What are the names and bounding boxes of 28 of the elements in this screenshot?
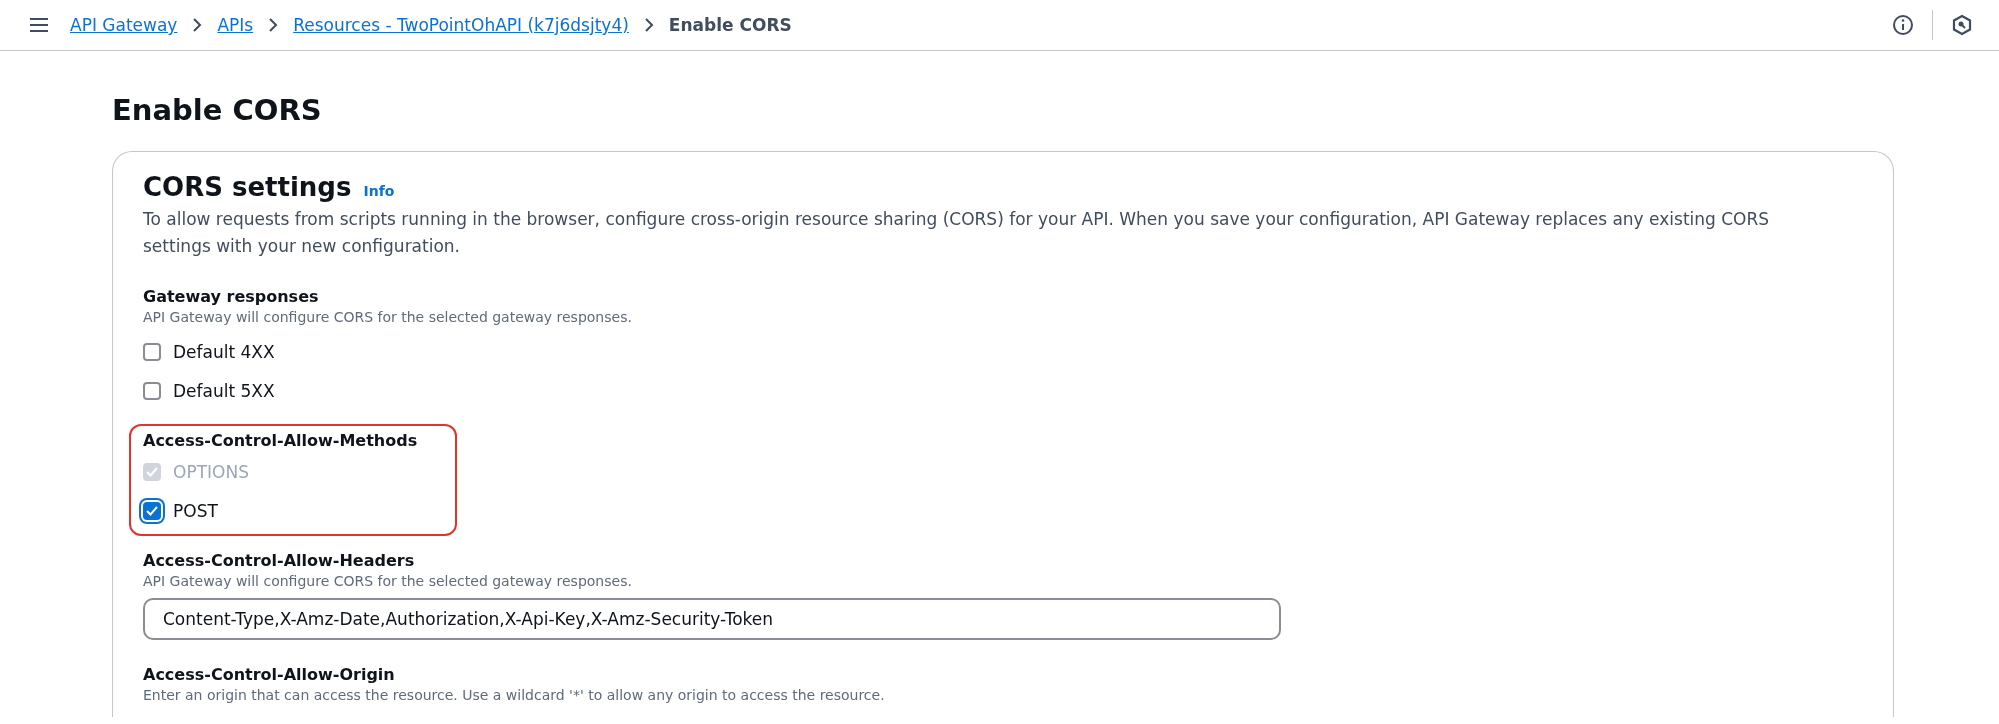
checkbox-label: Default 5XX [173,380,275,401]
field-description: API Gateway will configure CORS for the selected gateway responses. [143,308,633,326]
breadcrumb-link[interactable]: APIs [217,15,254,35]
page-title: Enable CORS [112,93,323,127]
field-label: Gateway responses [143,286,320,308]
chevron-right-icon [267,17,280,33]
checkbox-label: Default 4XX [173,341,275,362]
field-label: Access-Control-Allow-Origin [143,664,396,686]
field-description: API Gateway will configure CORS for the selected gateway responses. [143,572,633,590]
breadcrumb-link[interactable]: Resources - TwoPointOhAPI (k7j6dsjty4) [293,15,629,35]
field-label: Access-Control-Allow-Headers [143,550,416,572]
checkbox[interactable] [143,381,161,400]
chevron-right-icon [642,17,655,33]
chevron-right-icon [191,17,204,33]
breadcrumb-link[interactable]: API Gateway [70,15,178,35]
hexagon-icon[interactable] [1951,14,1973,36]
info-link[interactable]: Info [363,183,395,199]
panel-description: To allow requests from scripts running in the browser, configure cross-origin resource sharing (CORS) for your API. When you save your configuration, API Gateway replaces any existing CORS settings with your new configuration. [143,208,1771,258]
field-label: Access-Control-Allow-Methods [143,430,419,452]
menu-icon[interactable] [30,17,48,33]
input-field[interactable]: Content-Type,X-Amz-Date,Authorization,X-Api-Key,X-Amz-Security-Token [143,598,1281,640]
checkbox[interactable] [143,342,161,361]
field-description: Enter an origin that can access the resource. Use a wildcard '*' to allow any origin to access the resource. [143,686,886,704]
checkbox-label: OPTIONS [173,461,249,482]
checkbox-label: POST [173,500,218,521]
info-icon[interactable] [1892,14,1914,36]
current-page-label: Enable CORS [668,15,792,35]
panel-title: CORS settings [143,172,352,202]
